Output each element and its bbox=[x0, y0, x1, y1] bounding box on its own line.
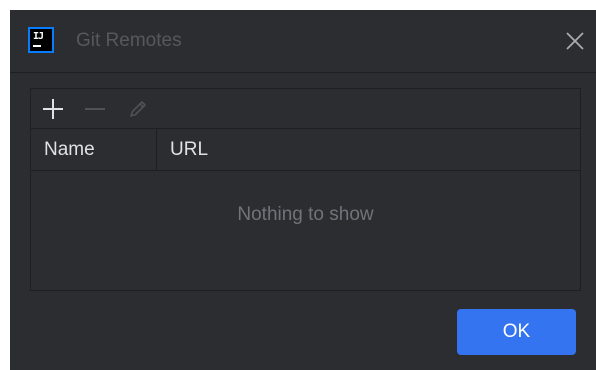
column-header-label: URL bbox=[170, 139, 209, 160]
column-header-name[interactable]: Name bbox=[31, 129, 157, 170]
dialog-title: Git Remotes bbox=[76, 30, 182, 51]
remotes-panel: Name URL Nothing to show bbox=[30, 88, 581, 291]
column-header-url[interactable]: URL bbox=[157, 129, 580, 170]
column-header-label: Name bbox=[44, 139, 95, 160]
git-remotes-dialog: IJ Git Remotes Name URL Nothing to show … bbox=[10, 10, 596, 370]
intellij-idea-icon: IJ bbox=[28, 27, 54, 53]
add-remote-button[interactable] bbox=[41, 97, 65, 121]
empty-state-text: Nothing to show bbox=[237, 204, 374, 225]
minus-icon bbox=[85, 108, 105, 110]
pencil-icon bbox=[130, 101, 146, 117]
close-icon[interactable] bbox=[565, 31, 585, 51]
remove-remote-button[interactable] bbox=[83, 97, 107, 121]
remotes-toolbar bbox=[31, 89, 580, 129]
dialog-titlebar: IJ Git Remotes bbox=[10, 10, 596, 73]
app-icon-label: IJ bbox=[33, 31, 44, 42]
ok-button[interactable]: OK bbox=[457, 309, 576, 355]
table-header: Name URL bbox=[31, 129, 580, 171]
plus-icon bbox=[43, 99, 63, 119]
edit-remote-button[interactable] bbox=[126, 97, 150, 121]
